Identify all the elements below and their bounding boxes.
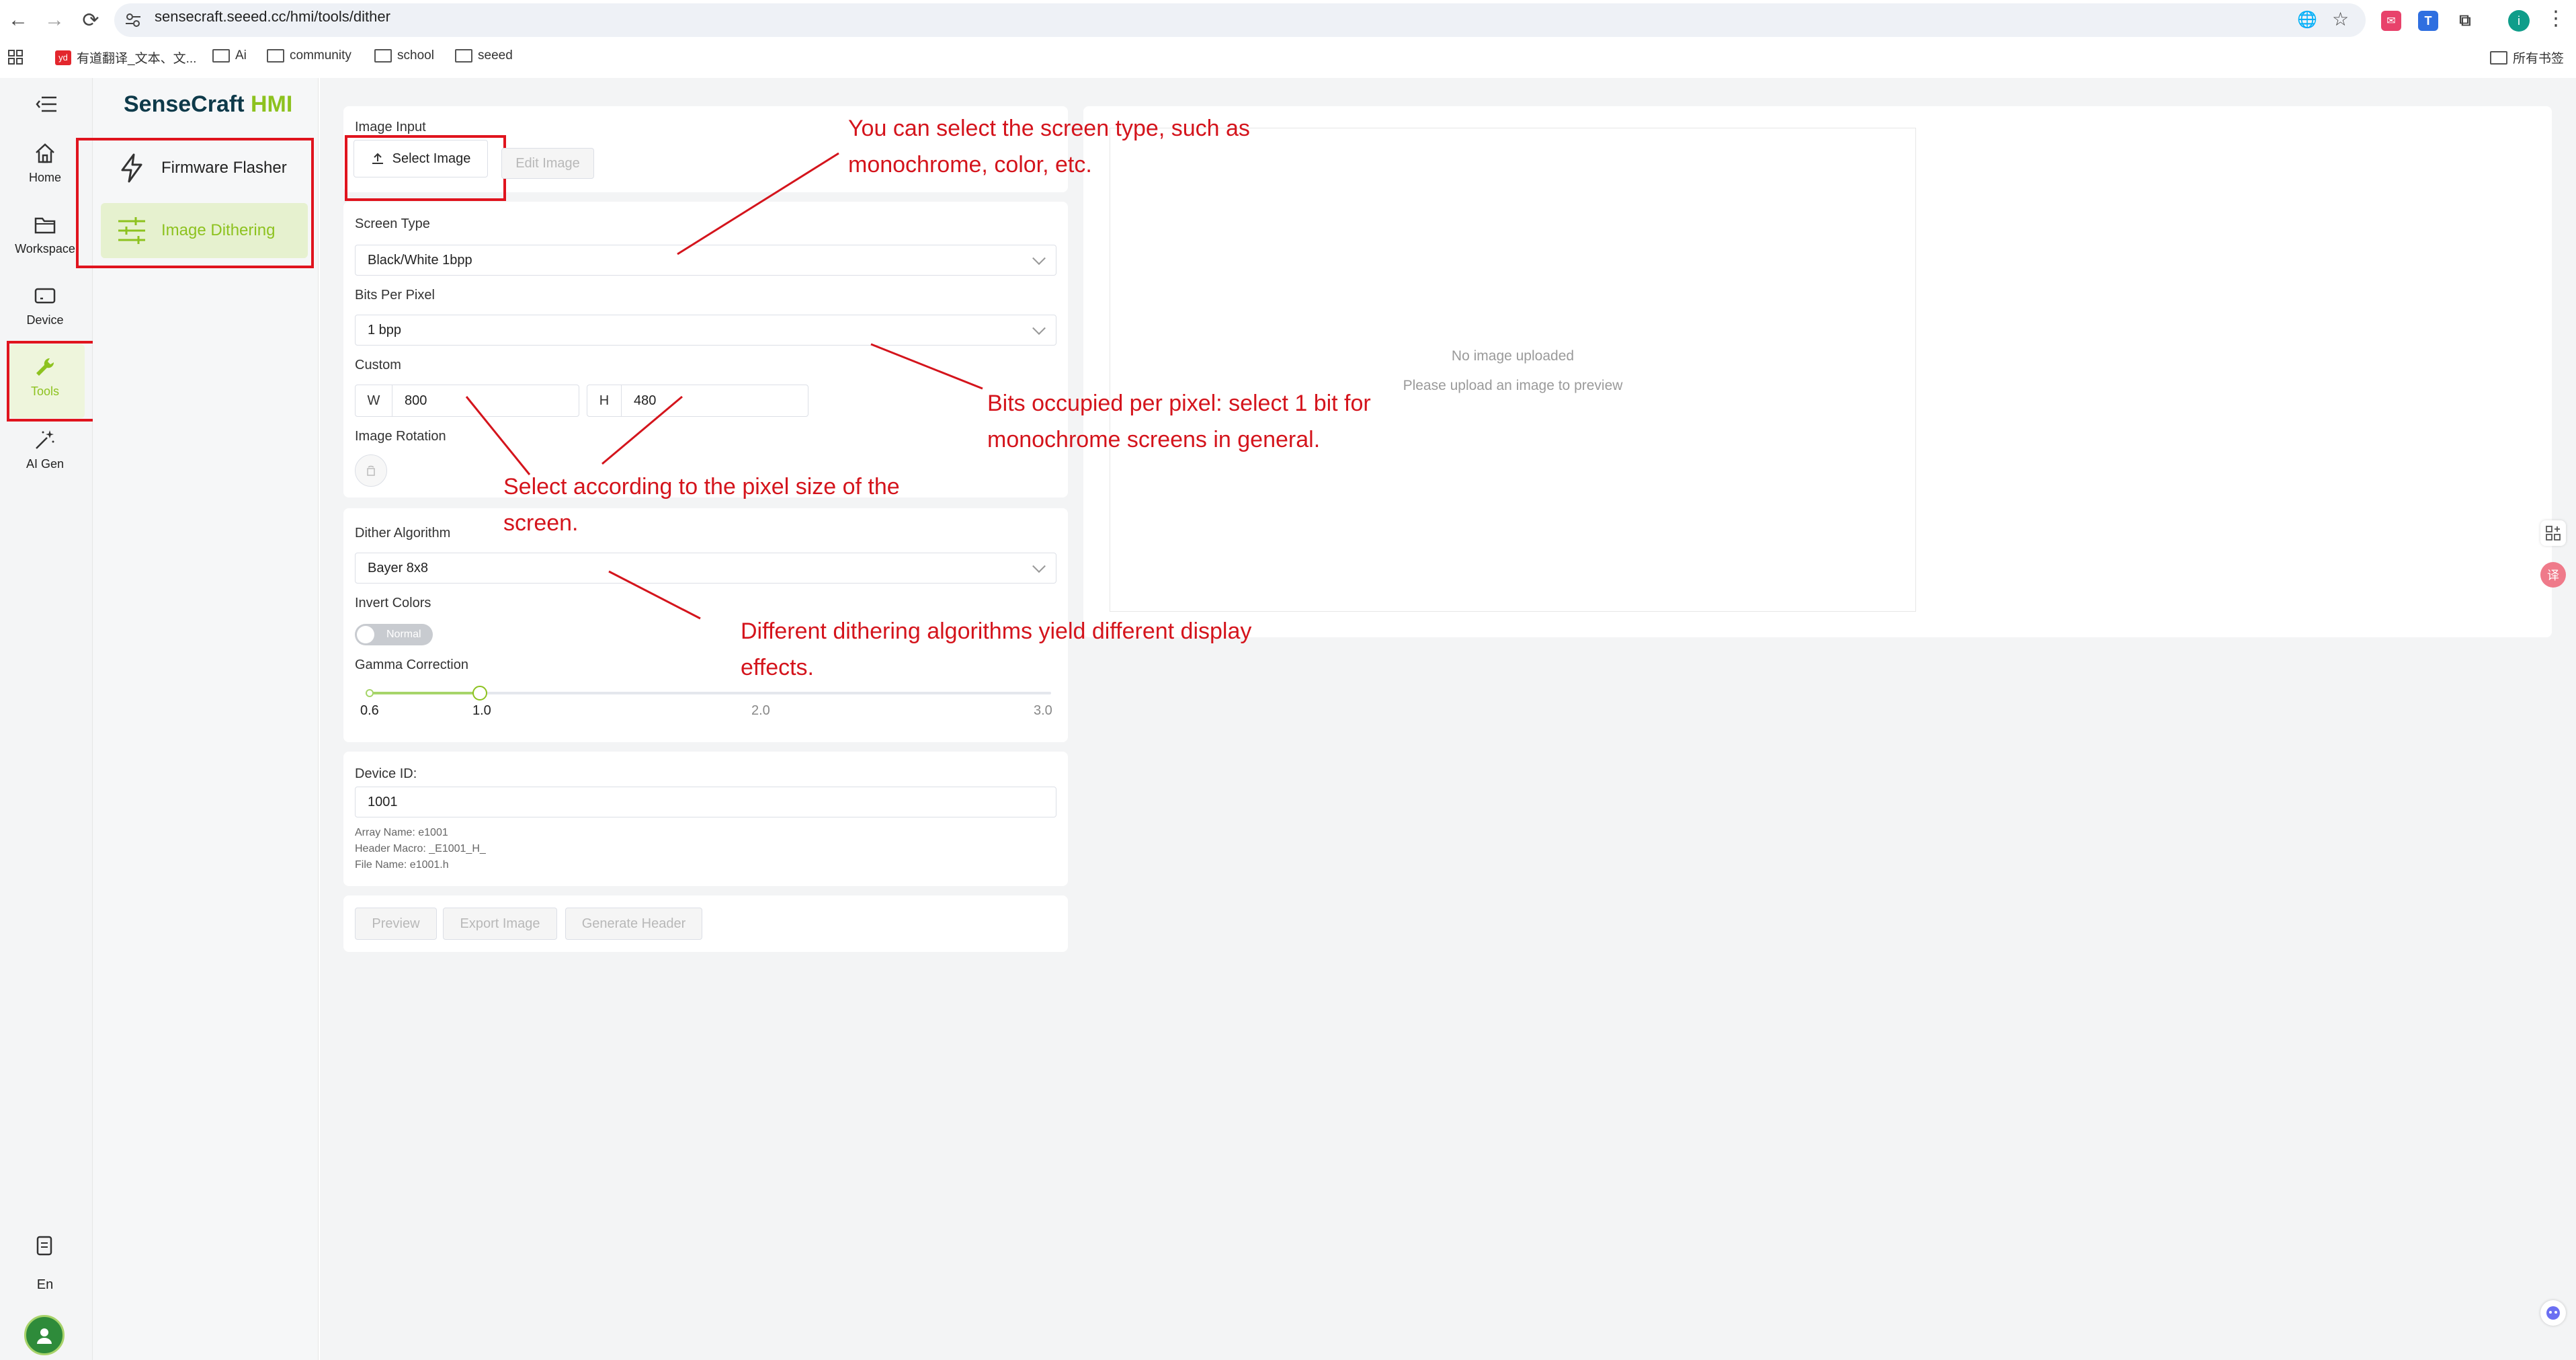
annotation-line: Select according to the pixel size of th… (503, 474, 900, 499)
annotation-lines (465, 152, 983, 620)
arrow-dither (608, 570, 701, 620)
annotation-line: You can select the screen type, such as (848, 116, 1250, 141)
annotation-line: monochrome screens in general. (987, 427, 1321, 452)
annotation-line: Different dithering algorithms yield dif… (741, 618, 1252, 644)
annotation-dither: Different dithering algorithms yield dif… (741, 613, 1251, 686)
annotation-size: Select according to the pixel size of th… (503, 469, 900, 541)
annotation-bpp: Bits occupied per pixel: select 1 bit fo… (987, 385, 1371, 458)
annotation-line: effects. (741, 655, 814, 680)
annotation-line: monochrome, color, etc. (848, 152, 1092, 177)
arrow-screen-type (677, 152, 839, 255)
arrow-width (465, 396, 531, 475)
arrow-bpp (870, 343, 983, 390)
annotation-line: Bits occupied per pixel: select 1 bit fo… (987, 391, 1371, 416)
annotation-screen-type: You can select the screen type, such as … (848, 110, 1250, 183)
arrow-height (601, 395, 683, 465)
annotation-line: screen. (503, 510, 579, 536)
